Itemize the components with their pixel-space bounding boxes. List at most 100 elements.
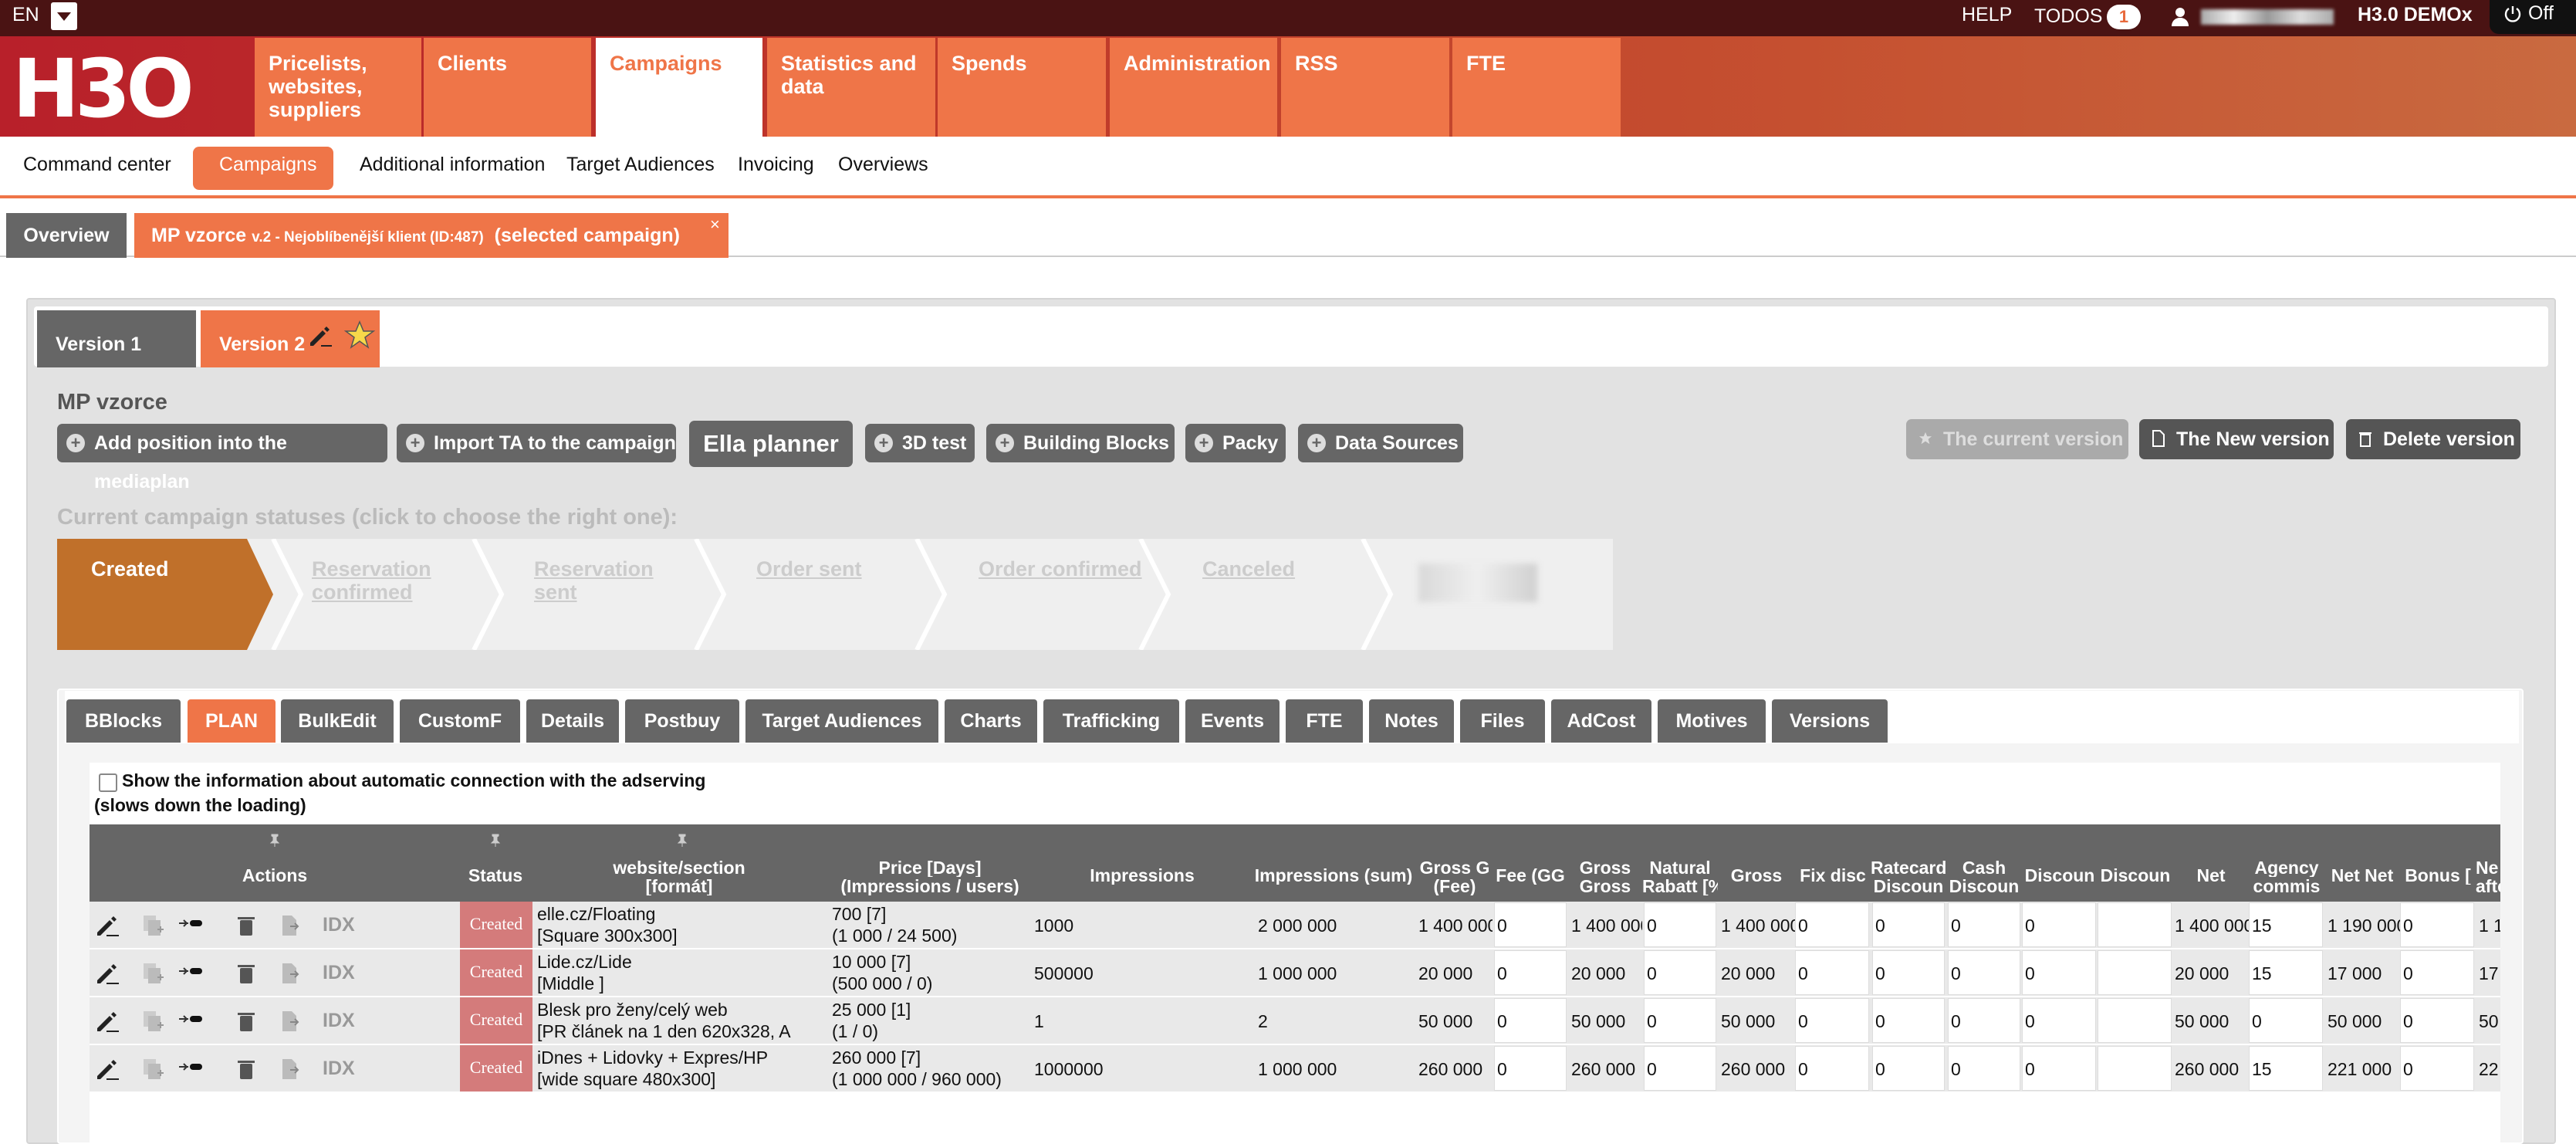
subnav-additional-information[interactable]: Additional information — [360, 154, 545, 176]
th-cash-discount[interactable]: Discoun — [1946, 877, 2022, 895]
export-icon[interactable] — [276, 912, 303, 939]
th-gross-gross[interactable]: Gross — [1568, 858, 1642, 877]
tab-notes[interactable]: Notes — [1369, 699, 1454, 743]
subnav-command-center[interactable]: Command center — [23, 154, 171, 176]
language-dropdown[interactable] — [51, 2, 77, 30]
import-ta-button[interactable]: + Import TA to the campaign — [397, 424, 676, 462]
link-icon[interactable] — [177, 912, 204, 939]
th-agency-commission[interactable]: commis — [2249, 877, 2324, 895]
adserving-checkbox[interactable] — [99, 773, 117, 792]
tab-files[interactable]: Files — [1460, 699, 1545, 743]
close-icon[interactable]: × — [710, 215, 720, 235]
pin-icon[interactable] — [674, 832, 690, 848]
row-bonus[interactable]: 0 — [2403, 1010, 2476, 1032]
edit-pencil-icon[interactable] — [94, 912, 120, 939]
th-gross-g[interactable]: Gross G — [1417, 858, 1493, 877]
table-cell-input[interactable] — [2098, 950, 2172, 995]
row-fee[interactable]: 0 — [1497, 1058, 1568, 1080]
th-discount-1[interactable]: Discoun — [2022, 866, 2098, 885]
th-actions[interactable]: Actions — [198, 866, 352, 885]
idx-button[interactable]: IDX — [323, 914, 355, 936]
th-format[interactable]: [formát] — [540, 877, 818, 895]
row-cash[interactable]: 0 — [1951, 915, 2022, 936]
row-natural[interactable]: 0 — [1647, 963, 1718, 984]
status-canceled[interactable]: Canceled — [1202, 557, 1295, 580]
tab-versions[interactable]: Versions — [1772, 699, 1888, 743]
trash-icon[interactable] — [233, 1008, 259, 1034]
pin-icon[interactable] — [488, 832, 503, 848]
row-ratecard[interactable]: 0 — [1875, 963, 1946, 984]
tab-adcost[interactable]: AdCost — [1551, 699, 1651, 743]
packy-button[interactable]: + Packy — [1185, 424, 1286, 462]
3d-test-button[interactable]: +3D test — [865, 424, 975, 462]
subnav-invoicing[interactable]: Invoicing — [738, 154, 814, 176]
row-fee[interactable]: 0 — [1497, 963, 1568, 984]
row-fee[interactable]: 0 — [1497, 915, 1568, 936]
th-website[interactable]: website/section — [540, 858, 818, 877]
status-reservation-sent[interactable]: Reservation sent — [534, 557, 673, 604]
copy-position-icon[interactable] — [140, 1008, 167, 1034]
row-agency[interactable]: 0 — [2252, 1010, 2324, 1032]
todos-link[interactable]: TODOS — [2034, 5, 2102, 28]
th-gross[interactable]: Gross — [1718, 866, 1795, 885]
row-status-badge[interactable]: Created — [460, 997, 532, 1044]
nav-rss[interactable]: RSS — [1281, 38, 1449, 137]
status-order-sent[interactable]: Order sent — [756, 557, 862, 580]
subnav-target-audiences[interactable]: Target Audiences — [566, 154, 715, 176]
th-discount-2[interactable]: Discoun — [2098, 866, 2173, 885]
tab-fte[interactable]: FTE — [1286, 699, 1363, 743]
nav-statistics[interactable]: Statistics and data — [767, 38, 935, 137]
table-cell-input[interactable] — [2098, 998, 2172, 1043]
th-gross-g-fee[interactable]: (Fee) — [1417, 877, 1493, 895]
th-ratecard-discount[interactable]: Discoun — [1871, 877, 1946, 895]
tab-bulkedit[interactable]: BulkEdit — [281, 699, 394, 743]
export-icon[interactable] — [276, 1008, 303, 1034]
link-icon[interactable] — [177, 960, 204, 987]
idx-button[interactable]: IDX — [323, 1010, 355, 1032]
tab-motives[interactable]: Motives — [1658, 699, 1766, 743]
export-icon[interactable] — [276, 1056, 303, 1082]
todos-count-badge[interactable]: 1 — [2107, 5, 2141, 29]
table-cell-input[interactable] — [2098, 1046, 2172, 1091]
star-icon[interactable] — [344, 320, 375, 350]
tab-trafficking[interactable]: Trafficking — [1043, 699, 1179, 743]
tab-details[interactable]: Details — [526, 699, 619, 743]
row-fix[interactable]: 0 — [1798, 1010, 1871, 1032]
th-price[interactable]: Price [Days] — [826, 858, 1034, 877]
row-ratecard[interactable]: 0 — [1875, 915, 1946, 936]
row-cash[interactable]: 0 — [1951, 1010, 2022, 1032]
row-agency[interactable]: 15 — [2252, 1058, 2324, 1080]
row-fix[interactable]: 0 — [1798, 1058, 1871, 1080]
row-ratecard[interactable]: 0 — [1875, 1058, 1946, 1080]
edit-pencil-icon[interactable] — [94, 1008, 120, 1034]
tab-charts[interactable]: Charts — [945, 699, 1037, 743]
th-ratecard[interactable]: Ratecard — [1871, 858, 1946, 877]
copy-position-icon[interactable] — [140, 912, 167, 939]
status-reservation-confirmed[interactable]: Reservation confirmed — [312, 557, 466, 604]
current-version-button[interactable]: The current version — [1906, 419, 2128, 459]
tab-version-1[interactable]: Version 1 — [37, 310, 196, 367]
subnav-overviews[interactable]: Overviews — [838, 154, 928, 176]
row-fix[interactable]: 0 — [1798, 915, 1871, 936]
link-icon[interactable] — [177, 1008, 204, 1034]
th-net-net[interactable]: Net Net — [2324, 866, 2400, 885]
table-cell-input[interactable] — [2098, 902, 2172, 947]
subnav-campaigns[interactable]: Campaigns — [219, 154, 316, 176]
nav-fte[interactable]: FTE — [1452, 38, 1621, 137]
th-net[interactable]: Net — [2173, 866, 2249, 885]
th-natural[interactable]: Natural — [1642, 858, 1718, 877]
tab-events[interactable]: Events — [1185, 699, 1280, 743]
th-impressions[interactable]: Impressions — [1034, 866, 1250, 885]
row-agency[interactable]: 15 — [2252, 915, 2324, 936]
trash-icon[interactable] — [233, 960, 259, 987]
nav-clients[interactable]: Clients — [424, 38, 591, 137]
th-bonus[interactable]: Bonus [ — [2400, 866, 2476, 885]
user-icon[interactable] — [2170, 6, 2190, 28]
row-natural[interactable]: 0 — [1647, 1010, 1718, 1032]
tab-bblocks[interactable]: BBlocks — [66, 699, 181, 743]
row-fee[interactable]: 0 — [1497, 1010, 1568, 1032]
row-status-badge[interactable]: Created — [460, 902, 532, 948]
tab-overview[interactable]: Overview — [6, 213, 127, 258]
th-impressions-sum[interactable]: Impressions (sum) — [1250, 866, 1417, 885]
th-natural-rabatt[interactable]: Rabatt [% — [1642, 877, 1718, 895]
